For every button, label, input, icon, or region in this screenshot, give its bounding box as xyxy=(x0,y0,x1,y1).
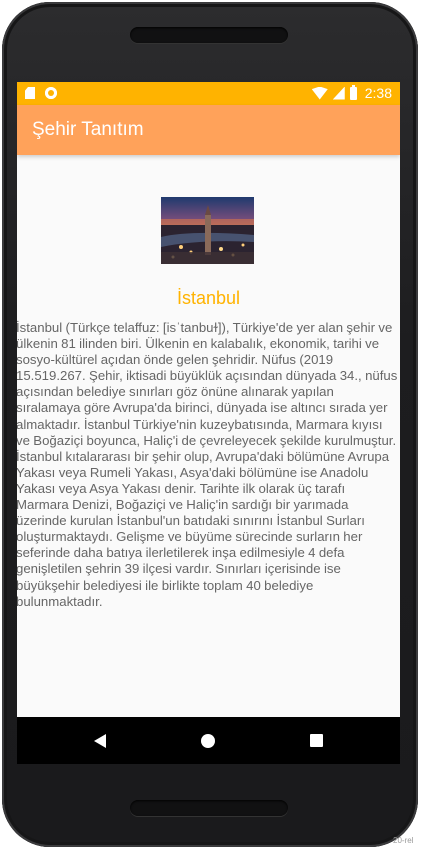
status-bar-left xyxy=(25,87,57,99)
city-title: İstanbul xyxy=(176,288,241,308)
home-icon xyxy=(201,733,215,748)
app-title: Şehir Tanıtım xyxy=(32,119,144,140)
battery-icon xyxy=(349,84,357,100)
recents-icon xyxy=(309,734,323,747)
top-speaker-grille xyxy=(130,27,288,43)
watermark-text: 20-rel xyxy=(393,836,414,845)
signal-icon xyxy=(332,86,345,100)
status-clock: 2:38 xyxy=(364,85,392,101)
recents-button[interactable] xyxy=(291,717,341,764)
bottom-speaker-grille xyxy=(130,800,288,816)
status-bar-right: 2:38 xyxy=(311,84,392,101)
sd-card-icon xyxy=(25,87,35,99)
back-button[interactable] xyxy=(75,717,125,764)
notification-circle-icon xyxy=(45,87,57,99)
main-content[interactable]: İstanbul İstanbul (Türkçe telaffuz: [isˈ… xyxy=(17,155,400,717)
device-screen: 2:38 Şehir Tanıtım İstanbul İstanbul (Tü… xyxy=(17,82,400,764)
phone-frame: 2:38 Şehir Tanıtım İstanbul İstanbul (Tü… xyxy=(0,0,421,851)
app-bar: Şehir Tanıtım xyxy=(17,105,400,155)
status-bar: 2:38 xyxy=(17,82,400,105)
wifi-icon xyxy=(311,86,328,100)
back-icon xyxy=(94,733,106,748)
home-button[interactable] xyxy=(183,717,233,764)
city-photo xyxy=(161,197,254,264)
navigation-bar xyxy=(17,717,400,764)
city-description: İstanbul (Türkçe telaffuz: [isˈtanbuɫ]),… xyxy=(17,320,398,609)
